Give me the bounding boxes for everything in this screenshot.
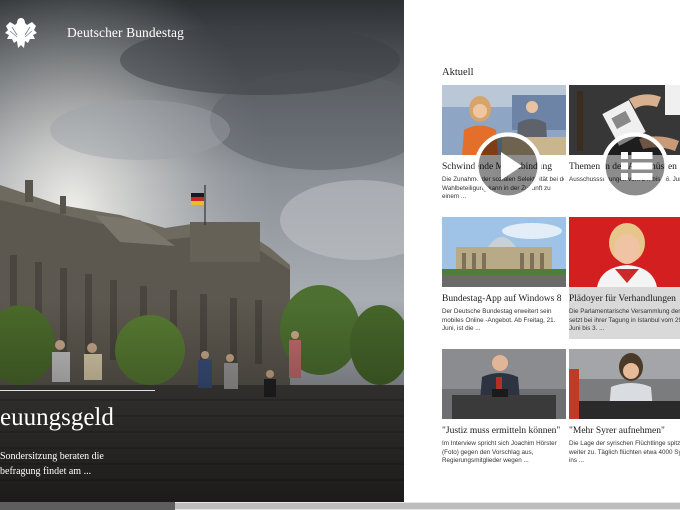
news-tile-text-line: setzt bei ihrer Tagung in Istanbul vom 2… — [569, 316, 680, 324]
news-tile-title: Bundestag-App auf Windows 8 — [442, 294, 562, 304]
hero-teaser-line: Sondersitzung beraten die — [0, 451, 104, 462]
news-tile-text-line: (Foto) gegen den Vorschlag aus, — [442, 448, 534, 456]
scrollbar-thumb[interactable] — [175, 503, 680, 509]
news-tile-title: "Justiz muss ermitteln können" — [442, 426, 561, 436]
news-tile-plaedoyer[interactable]: Plädoyer für Verhandlungen Die Parlament… — [569, 217, 680, 339]
news-tile-text: Im Interview spricht sich Joachim Hörste… — [442, 440, 564, 466]
news-tile-image — [569, 217, 680, 287]
news-tile-text-line: Regierungsmitglieder wegen ... — [442, 457, 529, 465]
news-tile-justiz[interactable]: "Justiz muss ermitteln können" Im Interv… — [442, 349, 566, 471]
news-tile-image — [442, 349, 566, 419]
news-tile-milieubindung[interactable]: Schwindende Milieubindung Die Zunahme de… — [442, 85, 566, 207]
news-tile-text-line: Die Lage der syrischen Flüchtlinge spitz… — [569, 440, 680, 447]
news-tile-image — [442, 217, 566, 287]
news-tile-syrer[interactable]: "Mehr Syrer aufnehmen" Die Lage der syri… — [569, 349, 680, 471]
news-tile-image — [569, 349, 680, 419]
news-tile-text-line: Juni, ist die ... — [442, 325, 481, 333]
hero-teaser-line: befragung findet am ... — [0, 465, 92, 477]
news-tile-text: Der Deutsche Bundestag erweitert sein mo… — [442, 308, 564, 334]
video-play-icon[interactable] — [446, 131, 542, 200]
news-tile-text-line: weiter zu. Täglich flüchten etwa 4000 Sy… — [569, 448, 680, 456]
bundestag-eagle-logo — [5, 18, 37, 48]
section-title-aktuell: Aktuell — [442, 67, 474, 78]
hero-panel[interactable]: Deutscher Bundestag euungsgeld Sondersit… — [0, 0, 404, 502]
news-tile-text-line: Juni bis 3. ... — [569, 325, 605, 333]
news-tile-title: Plädoyer für Verhandlungen — [569, 294, 676, 304]
news-tile-ausschuesse[interactable]: Themen in den Ausschüssen Ausschusssitzu… — [569, 85, 680, 207]
hero-headline[interactable]: euungsgeld — [0, 404, 114, 432]
news-tile-title: "Mehr Syrer aufnehmen" — [569, 426, 665, 436]
scrollbar-track-left — [0, 502, 175, 510]
news-tile-text-line: ins ... — [569, 457, 585, 465]
hero-divider — [0, 390, 155, 391]
news-section: Aktuell Schwindende Milieubindung Die Zu… — [404, 0, 680, 502]
news-tile-text-line: mobiles Online -Angebot. Ab Freitag, 21. — [442, 316, 556, 324]
news-tile-text: Die Lage der syrischen Flüchtlinge spitz… — [569, 440, 680, 466]
news-tile-text-line: Die Parlamentarische Versammlung der OSZ… — [569, 308, 680, 315]
news-tile-text-line: Der Deutsche Bundestag erweitert sein — [442, 308, 552, 315]
news-tile-text-line: Im Interview spricht sich Joachim Hörste… — [442, 440, 557, 447]
app-title: Deutscher Bundestag — [67, 25, 184, 40]
news-tile-bundestag-app[interactable]: Bundestag-App auf Windows 8 Der Deutsche… — [442, 217, 566, 339]
horizontal-scrollbar[interactable] — [0, 502, 680, 510]
hero-teaser: Sondersitzung beraten die befragung find… — [0, 450, 104, 479]
list-icon[interactable] — [573, 131, 669, 200]
news-tile-text: Die Parlamentarische Versammlung der OSZ… — [569, 308, 680, 334]
